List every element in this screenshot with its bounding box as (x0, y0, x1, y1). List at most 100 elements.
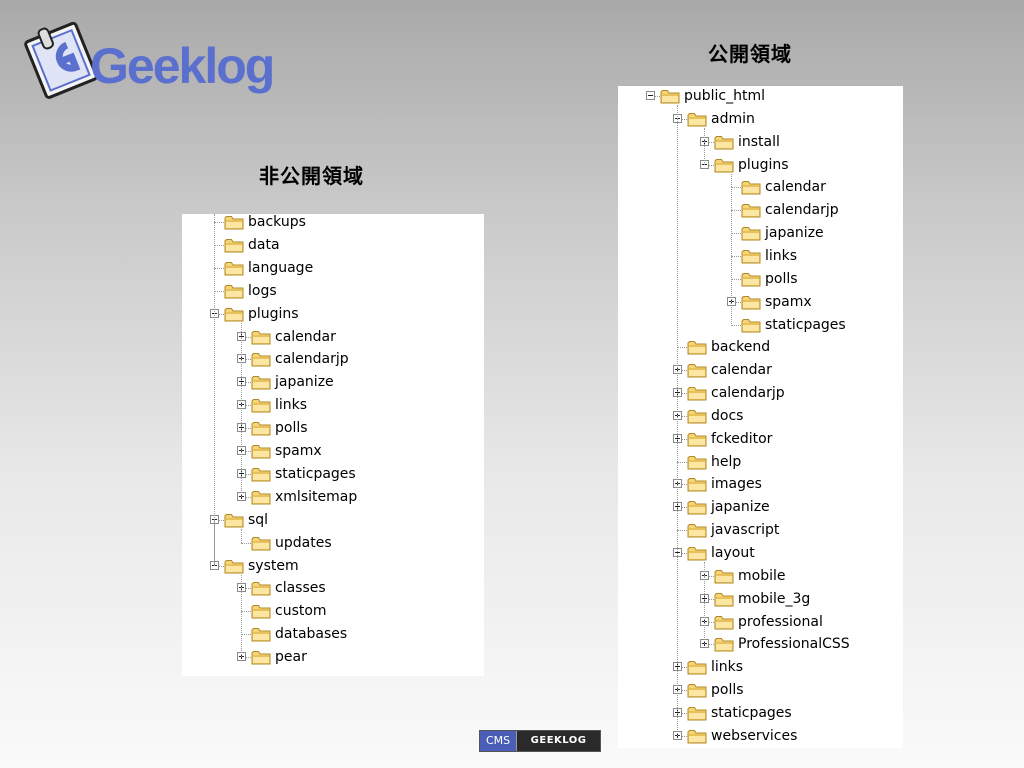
folder-icon (251, 490, 271, 505)
folder-label: calendar (765, 179, 826, 196)
tree-node-polls[interactable]: polls (182, 417, 484, 439)
tree-node-custom[interactable]: custom (182, 600, 484, 622)
tree-node-links[interactable]: links (182, 394, 484, 416)
nonpublic-folder-tree: backups data language logs plugins calendar ca… (182, 214, 484, 676)
folder-icon (660, 89, 680, 104)
folder-icon (251, 650, 271, 665)
folder-label: images (711, 476, 762, 493)
tree-node-admin[interactable]: admin (618, 108, 903, 130)
folder-label: layout (711, 545, 755, 561)
folder-icon (251, 421, 271, 436)
tree-node-plugins[interactable]: plugins (618, 154, 903, 176)
tree-node-polls[interactable]: polls (618, 268, 903, 290)
tree-node-logs[interactable]: logs (182, 280, 484, 302)
folder-icon (714, 592, 734, 607)
folder-icon (687, 455, 707, 470)
folder-icon (687, 363, 707, 378)
tree-node-staticpages[interactable]: staticpages (182, 463, 484, 485)
tree-node-links[interactable]: links (618, 245, 903, 267)
tree-node-calendarjp[interactable]: calendarjp (618, 199, 903, 221)
tree-node-docs[interactable]: docs (618, 405, 903, 427)
folder-icon (251, 375, 271, 390)
tree-node-system[interactable]: system (182, 555, 484, 577)
folder-icon (687, 112, 707, 127)
tree-node-professional[interactable]: professional (618, 611, 903, 633)
collapse-icon[interactable] (646, 91, 655, 100)
tree-node-professionalcss[interactable]: ProfessionalCSS (618, 633, 903, 655)
folder-icon (714, 615, 734, 630)
tree-node-layout[interactable]: layout (618, 542, 903, 564)
folder-icon (741, 272, 761, 287)
folder-label: polls (765, 270, 798, 287)
tree-node-japanize[interactable]: japanize (182, 371, 484, 393)
folder-icon (687, 432, 707, 447)
tree-node-spamx[interactable]: spamx (182, 440, 484, 462)
public-area-heading: 公開領域 (708, 42, 792, 66)
tree-node-classes[interactable]: classes (182, 577, 484, 599)
tree-node-updates[interactable]: updates (182, 532, 484, 554)
folder-icon (224, 307, 244, 322)
tree-node-calendar[interactable]: calendar (618, 359, 903, 381)
folder-label: calendar (711, 362, 772, 379)
tree-node-databases[interactable]: databases (182, 623, 484, 645)
folder-icon (687, 523, 707, 538)
folder-label: language (248, 259, 314, 276)
folder-label: japanize (765, 225, 824, 242)
tree-node-spamx[interactable]: spamx (618, 291, 903, 313)
tree-guide-line (704, 575, 705, 645)
tree-node-links[interactable]: links (618, 656, 903, 678)
tree-node-mobile-3g[interactable]: mobile_3g (618, 588, 903, 610)
tree-node-backend[interactable]: backend (618, 336, 903, 358)
folder-label: spamx (275, 443, 322, 459)
tree-node-japanize[interactable]: japanize (618, 222, 903, 244)
folder-icon (687, 660, 707, 675)
folder-label: xmlsitemap (275, 488, 358, 505)
folder-label: mobile (738, 567, 786, 584)
folder-icon (741, 180, 761, 195)
tree-node-images[interactable]: images (618, 473, 903, 495)
folder-label: pear (275, 649, 307, 666)
tree-node-sql[interactable]: sql (182, 509, 484, 531)
folder-label: docs (711, 407, 744, 424)
folder-label: polls (275, 420, 308, 437)
folder-icon (714, 569, 734, 584)
tree-node-data[interactable]: data (182, 234, 484, 256)
folder-label: public_html (684, 88, 766, 104)
tree-node-calendar[interactable]: calendar (618, 176, 903, 198)
tree-node-staticpages[interactable]: staticpages (618, 702, 903, 724)
tree-node-help[interactable]: help (618, 451, 903, 473)
folder-label: plugins (248, 305, 299, 322)
tree-node-plugins[interactable]: plugins (182, 303, 484, 325)
geeklog-logo: Geeklog (22, 14, 275, 102)
folder-icon (251, 467, 271, 482)
folder-icon (687, 340, 707, 355)
folder-icon (251, 330, 271, 345)
tree-node-public-html[interactable]: public_html (618, 86, 903, 107)
tree-guide-line (241, 588, 242, 658)
tree-node-mobile[interactable]: mobile (618, 565, 903, 587)
tree-node-xmlsitemap[interactable]: xmlsitemap (182, 486, 484, 508)
folder-label: calendarjp (275, 351, 349, 368)
folder-label: ProfessionalCSS (738, 636, 850, 653)
tree-node-japanize[interactable]: japanize (618, 496, 903, 518)
tree-node-backups[interactable]: backups (182, 214, 484, 233)
tree-node-calendarjp[interactable]: calendarjp (182, 348, 484, 370)
tree-node-staticpages[interactable]: staticpages (618, 314, 903, 336)
folder-icon (741, 249, 761, 264)
tree-node-calendarjp[interactable]: calendarjp (618, 382, 903, 404)
folder-icon (224, 238, 244, 253)
folder-label: mobile_3g (738, 590, 811, 607)
tree-node-fckeditor[interactable]: fckeditor (618, 428, 903, 450)
tree-node-install[interactable]: install (618, 131, 903, 153)
folder-icon (224, 261, 244, 276)
tree-node-polls[interactable]: polls (618, 679, 903, 701)
tree-node-language[interactable]: language (182, 257, 484, 279)
tree-node-calendar[interactable]: calendar (182, 326, 484, 348)
folder-label: calendarjp (711, 385, 785, 402)
folder-icon (687, 546, 707, 561)
folder-label: polls (711, 682, 744, 699)
tree-node-webservices[interactable]: webservices (618, 725, 903, 747)
tree-node-pear[interactable]: pear (182, 646, 484, 668)
tree-guide-line (731, 187, 732, 325)
tree-node-javascript[interactable]: javascript (618, 519, 903, 541)
